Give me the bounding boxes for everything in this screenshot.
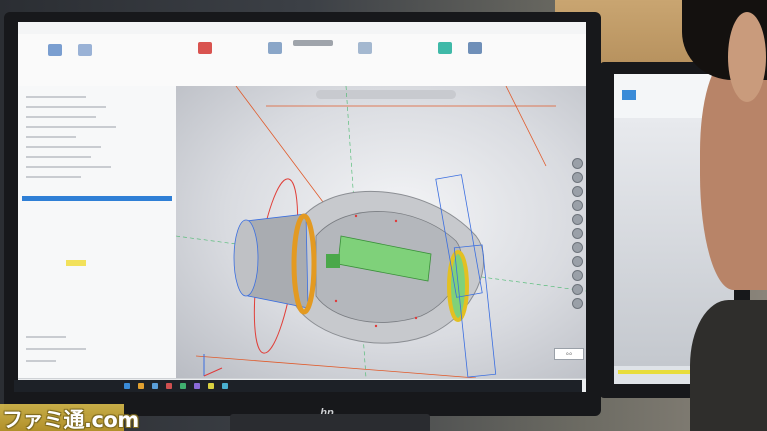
sketch-line <box>235 86 327 207</box>
tree-row[interactable] <box>26 146 101 148</box>
taskbar-app-icon[interactable] <box>208 383 214 389</box>
view-nav-icon[interactable] <box>572 270 583 281</box>
person-shoulder <box>690 300 767 431</box>
taskbar-app-icon[interactable] <box>194 383 200 389</box>
ribbon-tool-icon[interactable] <box>468 42 482 54</box>
person-ear <box>728 12 766 102</box>
point-marker <box>374 324 378 328</box>
view-nav-icon[interactable] <box>572 158 583 169</box>
tree-row[interactable] <box>26 348 86 350</box>
windows-taskbar[interactable] <box>14 380 582 392</box>
tree-row[interactable] <box>26 166 111 168</box>
ribbon-tool-icon[interactable] <box>198 42 212 54</box>
secondary-app-icon <box>622 90 636 100</box>
coordinate-readout: 0.0 <box>554 348 584 360</box>
ribbon-tool-icon[interactable] <box>268 42 282 54</box>
green-shaft <box>326 254 340 268</box>
tree-row[interactable] <box>26 106 106 108</box>
tree-row[interactable] <box>26 156 91 158</box>
ribbon-tool-icon[interactable] <box>78 44 92 56</box>
cylinder-face <box>233 219 259 297</box>
monitor-stand <box>230 414 430 431</box>
sketch-line <box>195 355 477 378</box>
tree-row[interactable] <box>26 126 116 128</box>
taskbar-app-icon[interactable] <box>180 383 186 389</box>
triad-x <box>203 367 223 377</box>
monitor-screen: 0.0 <box>18 22 586 392</box>
ribbon-tool-icon[interactable] <box>293 40 333 46</box>
taskbar-app-icon[interactable] <box>152 383 158 389</box>
photo-scene: 0.0 hp ファミ通.com <box>0 0 767 431</box>
point-marker <box>334 299 338 303</box>
cad-model-drawing <box>176 86 586 378</box>
tree-row[interactable] <box>26 360 56 362</box>
feature-tree-panel[interactable] <box>18 86 177 378</box>
view-nav-icon[interactable] <box>572 242 583 253</box>
tree-row[interactable] <box>26 136 76 138</box>
tree-row[interactable] <box>26 176 81 178</box>
view-nav-icon[interactable] <box>572 172 583 183</box>
view-nav-icon[interactable] <box>572 256 583 267</box>
view-nav-icon[interactable] <box>572 228 583 239</box>
taskbar-app-icon[interactable] <box>124 383 130 389</box>
taskbar-app-icon[interactable] <box>166 383 172 389</box>
tree-row[interactable] <box>26 336 66 338</box>
taskbar-app-icon[interactable] <box>138 383 144 389</box>
view-nav-icon[interactable] <box>572 214 583 225</box>
point-marker <box>354 214 358 218</box>
cad-ribbon-toolbar[interactable] <box>18 34 586 87</box>
ribbon-tool-icon[interactable] <box>438 42 452 54</box>
view-nav-icon[interactable] <box>572 200 583 211</box>
highlight-tag <box>66 260 86 266</box>
cad-3d-viewport[interactable]: 0.0 <box>176 86 586 378</box>
view-nav-icon[interactable] <box>572 186 583 197</box>
ribbon-tool-icon[interactable] <box>358 42 372 54</box>
taskbar-app-icon[interactable] <box>222 383 228 389</box>
famitsu-watermark: ファミ通.com <box>2 408 139 431</box>
ribbon-tool-icon[interactable] <box>48 44 62 56</box>
tree-row[interactable] <box>26 96 86 98</box>
view-nav-icon[interactable] <box>572 298 583 309</box>
tree-row[interactable] <box>26 116 96 118</box>
view-nav-icon[interactable] <box>572 284 583 295</box>
sketch-line <box>505 86 547 167</box>
point-marker <box>394 219 398 223</box>
main-monitor: 0.0 hp <box>4 12 601 419</box>
point-marker <box>414 316 418 320</box>
tree-row-selected[interactable] <box>22 196 172 201</box>
